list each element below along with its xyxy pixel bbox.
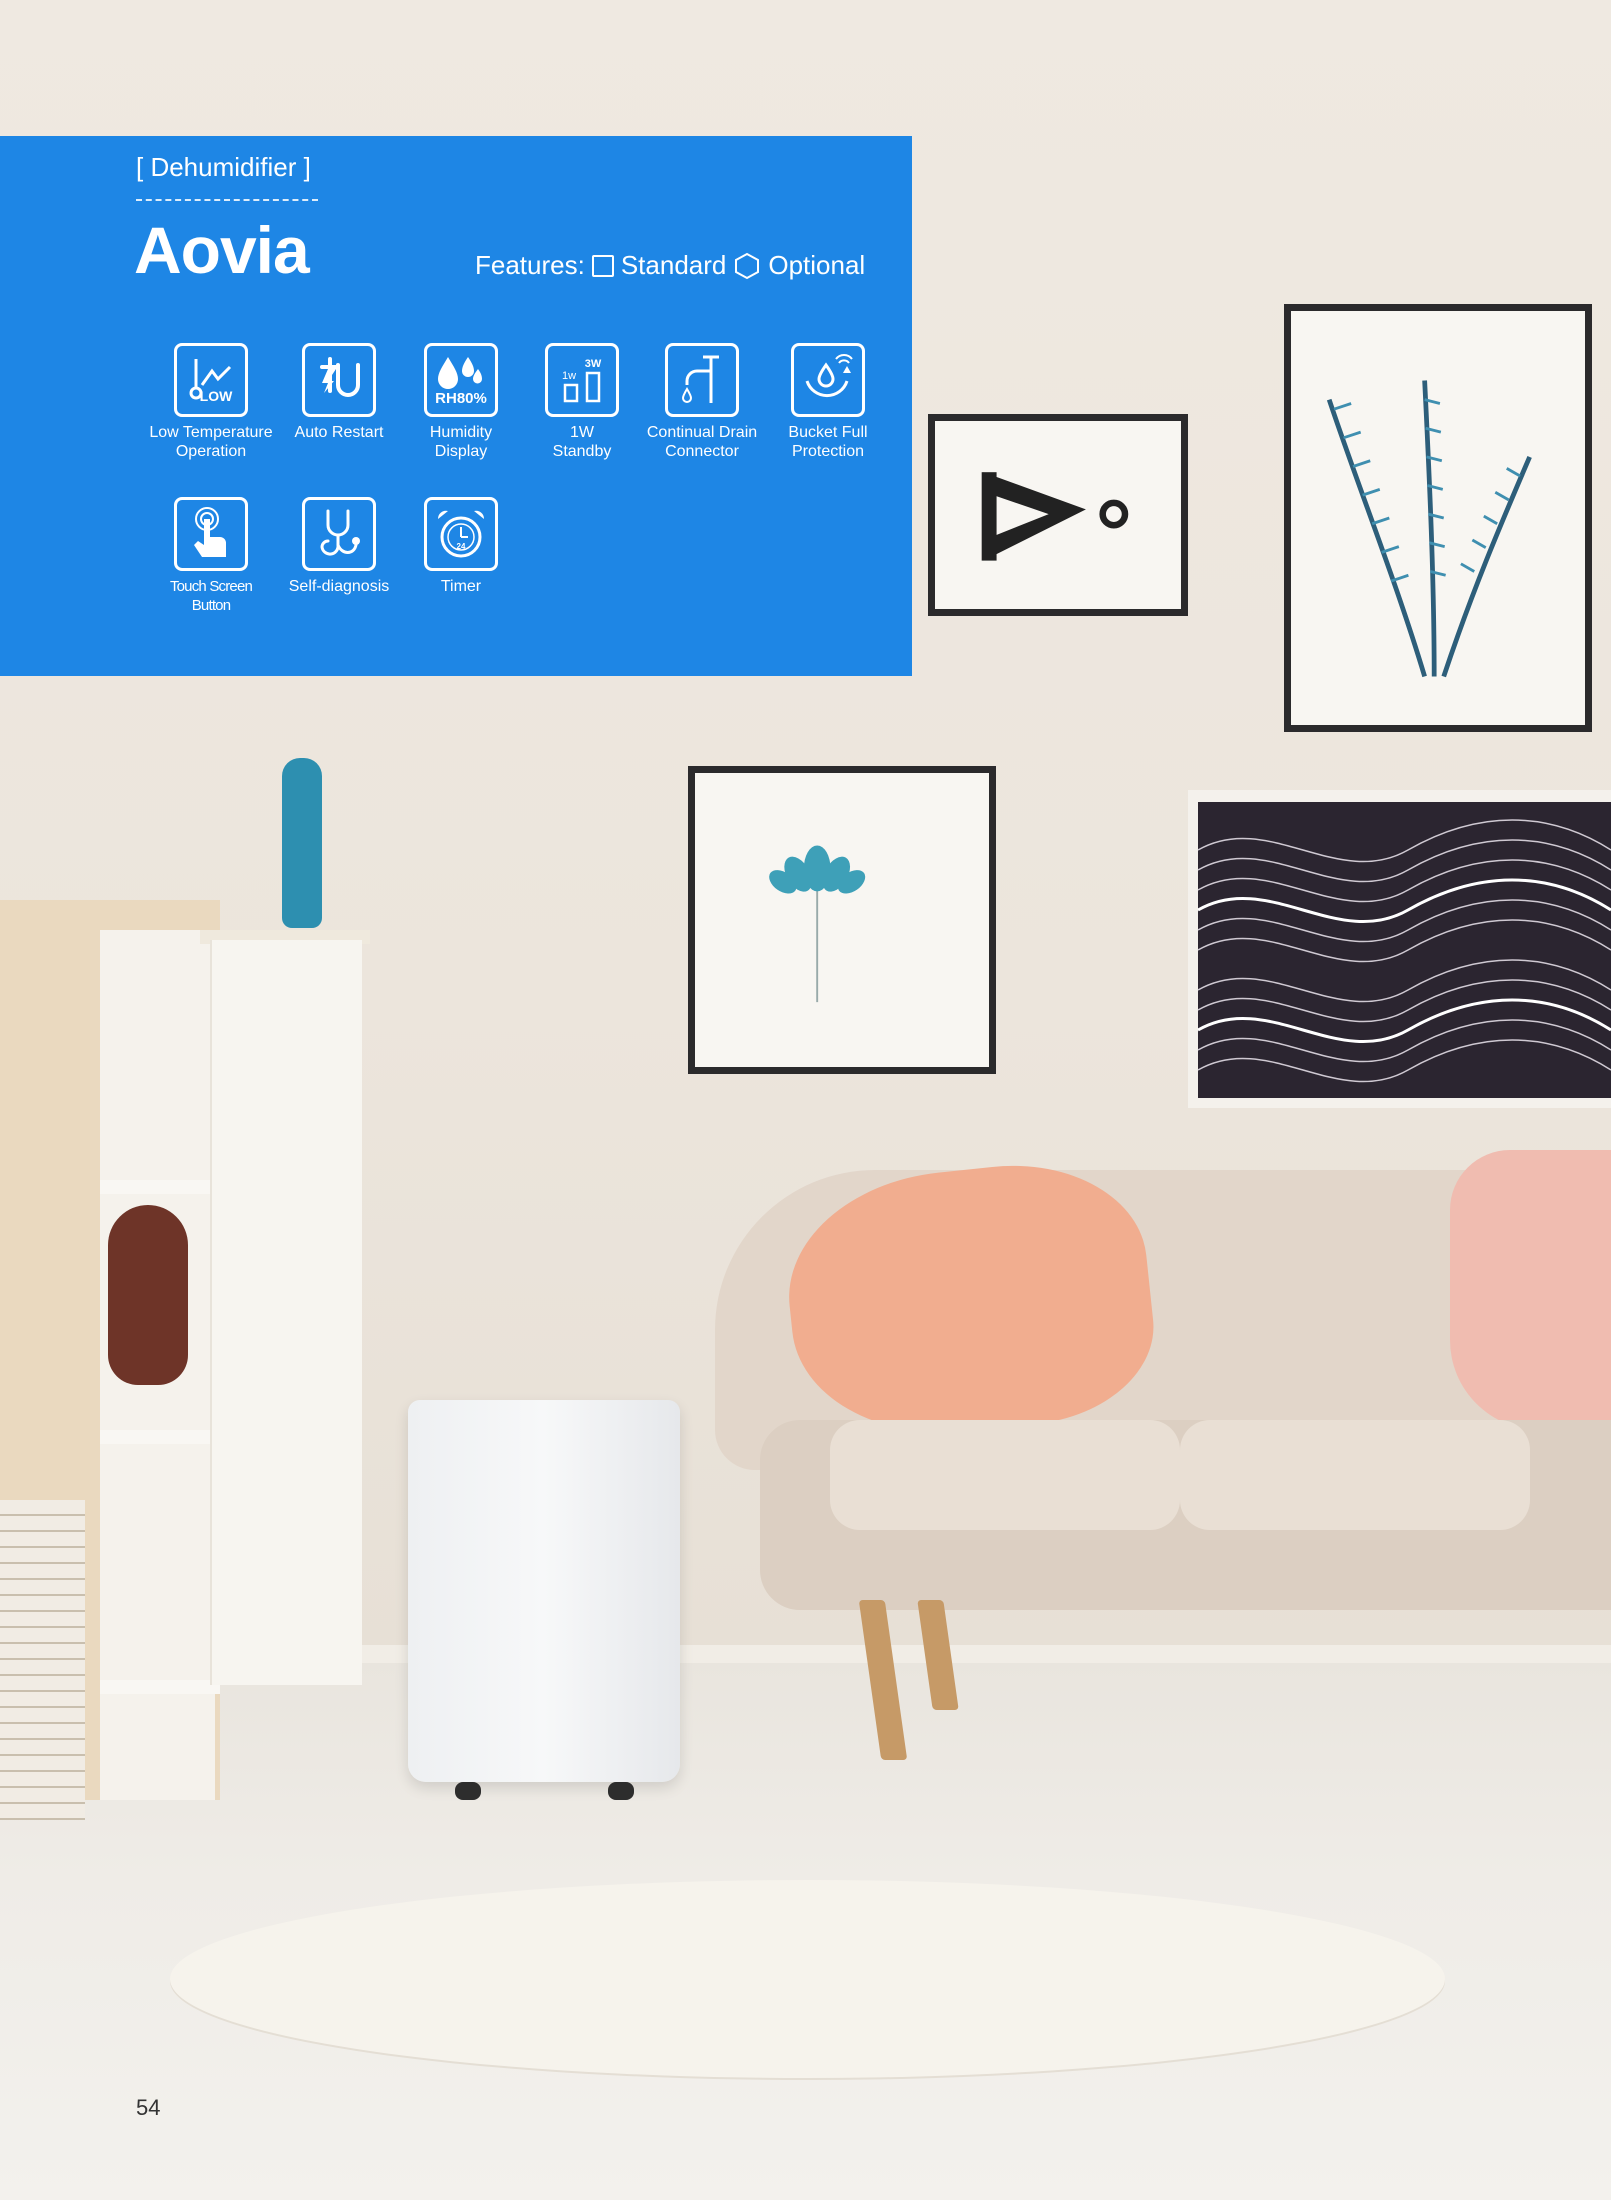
feature-bucket-full: Bucket Full Protection [758,343,898,461]
dehumidifier-product [408,1400,680,1782]
icon-text: 24 [457,542,466,551]
feature-label: Self-diagnosis [288,578,390,595]
bucket-full-icon [805,354,853,398]
vase-blue [282,758,322,928]
standard-square-icon [591,254,614,277]
vase-brown [108,1205,188,1385]
feature-label: Bucket Full [788,424,868,441]
letter-a-artwork [981,472,1129,561]
feature-label: Operation [175,443,247,460]
lotus-artwork [769,845,866,1003]
feature-label: Standby [552,443,612,460]
touch-screen-icon [194,507,226,557]
framed-art-letter-a [928,414,1188,616]
feature-label: Low Temperature [149,424,273,441]
feature-drain-connector: Continual Drain Connector [632,343,772,461]
features-legend-label: Features: [475,250,585,280]
page-number: 54 [136,2095,161,2120]
drain-connector-icon [681,355,719,403]
svg-text:LOW: LOW [200,388,233,404]
auto-restart-icon [320,357,360,397]
feature-auto-restart: Auto Restart [269,343,409,442]
feature-label: Protection [791,443,865,460]
optional-hexagon-icon [735,252,760,279]
feature-label: Display [434,443,488,460]
legend-optional-label: Optional [768,250,866,280]
feature-timer: 24 Timer [391,497,531,596]
self-diagnosis-icon [320,509,360,556]
round-rug [170,1880,1445,2078]
sofa-cushion [830,1420,1180,1530]
humidity-display-icon: RH80% [435,357,487,407]
feature-label: Continual Drain [646,424,758,441]
feature-humidity-display: RH80% Humidity Display [391,343,531,461]
feature-label: 1W [570,424,594,441]
feature-label: Button [191,597,231,614]
standby-icon: 1w 3W [562,358,602,403]
framed-art-waves [1188,790,1611,1108]
framed-art-fern [1284,304,1592,732]
features-legend: Features: Standard Optional [475,250,865,281]
shelf-board [100,1680,220,1694]
feature-label: Connector [665,443,739,460]
timer-icon: 24 [437,510,485,558]
legend-standard-label: Standard [620,250,727,280]
side-cabinet [210,940,362,1685]
fern-artwork [1326,380,1532,678]
dehumidifier-wheel [608,1782,634,1800]
pink-throw-blanket [1450,1150,1611,1430]
feature-label: Auto Restart [294,424,384,441]
feature-label: Timer [440,578,482,595]
feature-low-temperature: LOW Low Temperature Operation [141,343,281,461]
dehumidifier-wheel [455,1782,481,1800]
feature-label: Touch Screen [169,578,253,595]
feature-standby: 1w 3W 1W Standby [512,343,652,461]
product-title: Aovia [134,213,310,287]
feature-self-diagnosis: Self-diagnosis [269,497,409,596]
feature-touch-screen: Touch Screen Button [141,497,281,615]
icon-text: RH80% [435,390,487,407]
icon-text: 1w [562,370,576,382]
framed-art-lotus [688,766,996,1074]
category-label: [ Dehumidifier ] [136,152,311,182]
waves-artwork [1197,802,1611,1098]
icon-text: 3W [585,358,602,370]
category-divider [136,199,318,201]
feature-label: Humidity [429,424,493,441]
shelf-board [100,1180,220,1194]
book-stack [0,1500,85,1820]
sofa-cushion [1180,1420,1530,1530]
low-temperature-icon: LOW [189,359,233,404]
shelf-board [100,1430,220,1444]
